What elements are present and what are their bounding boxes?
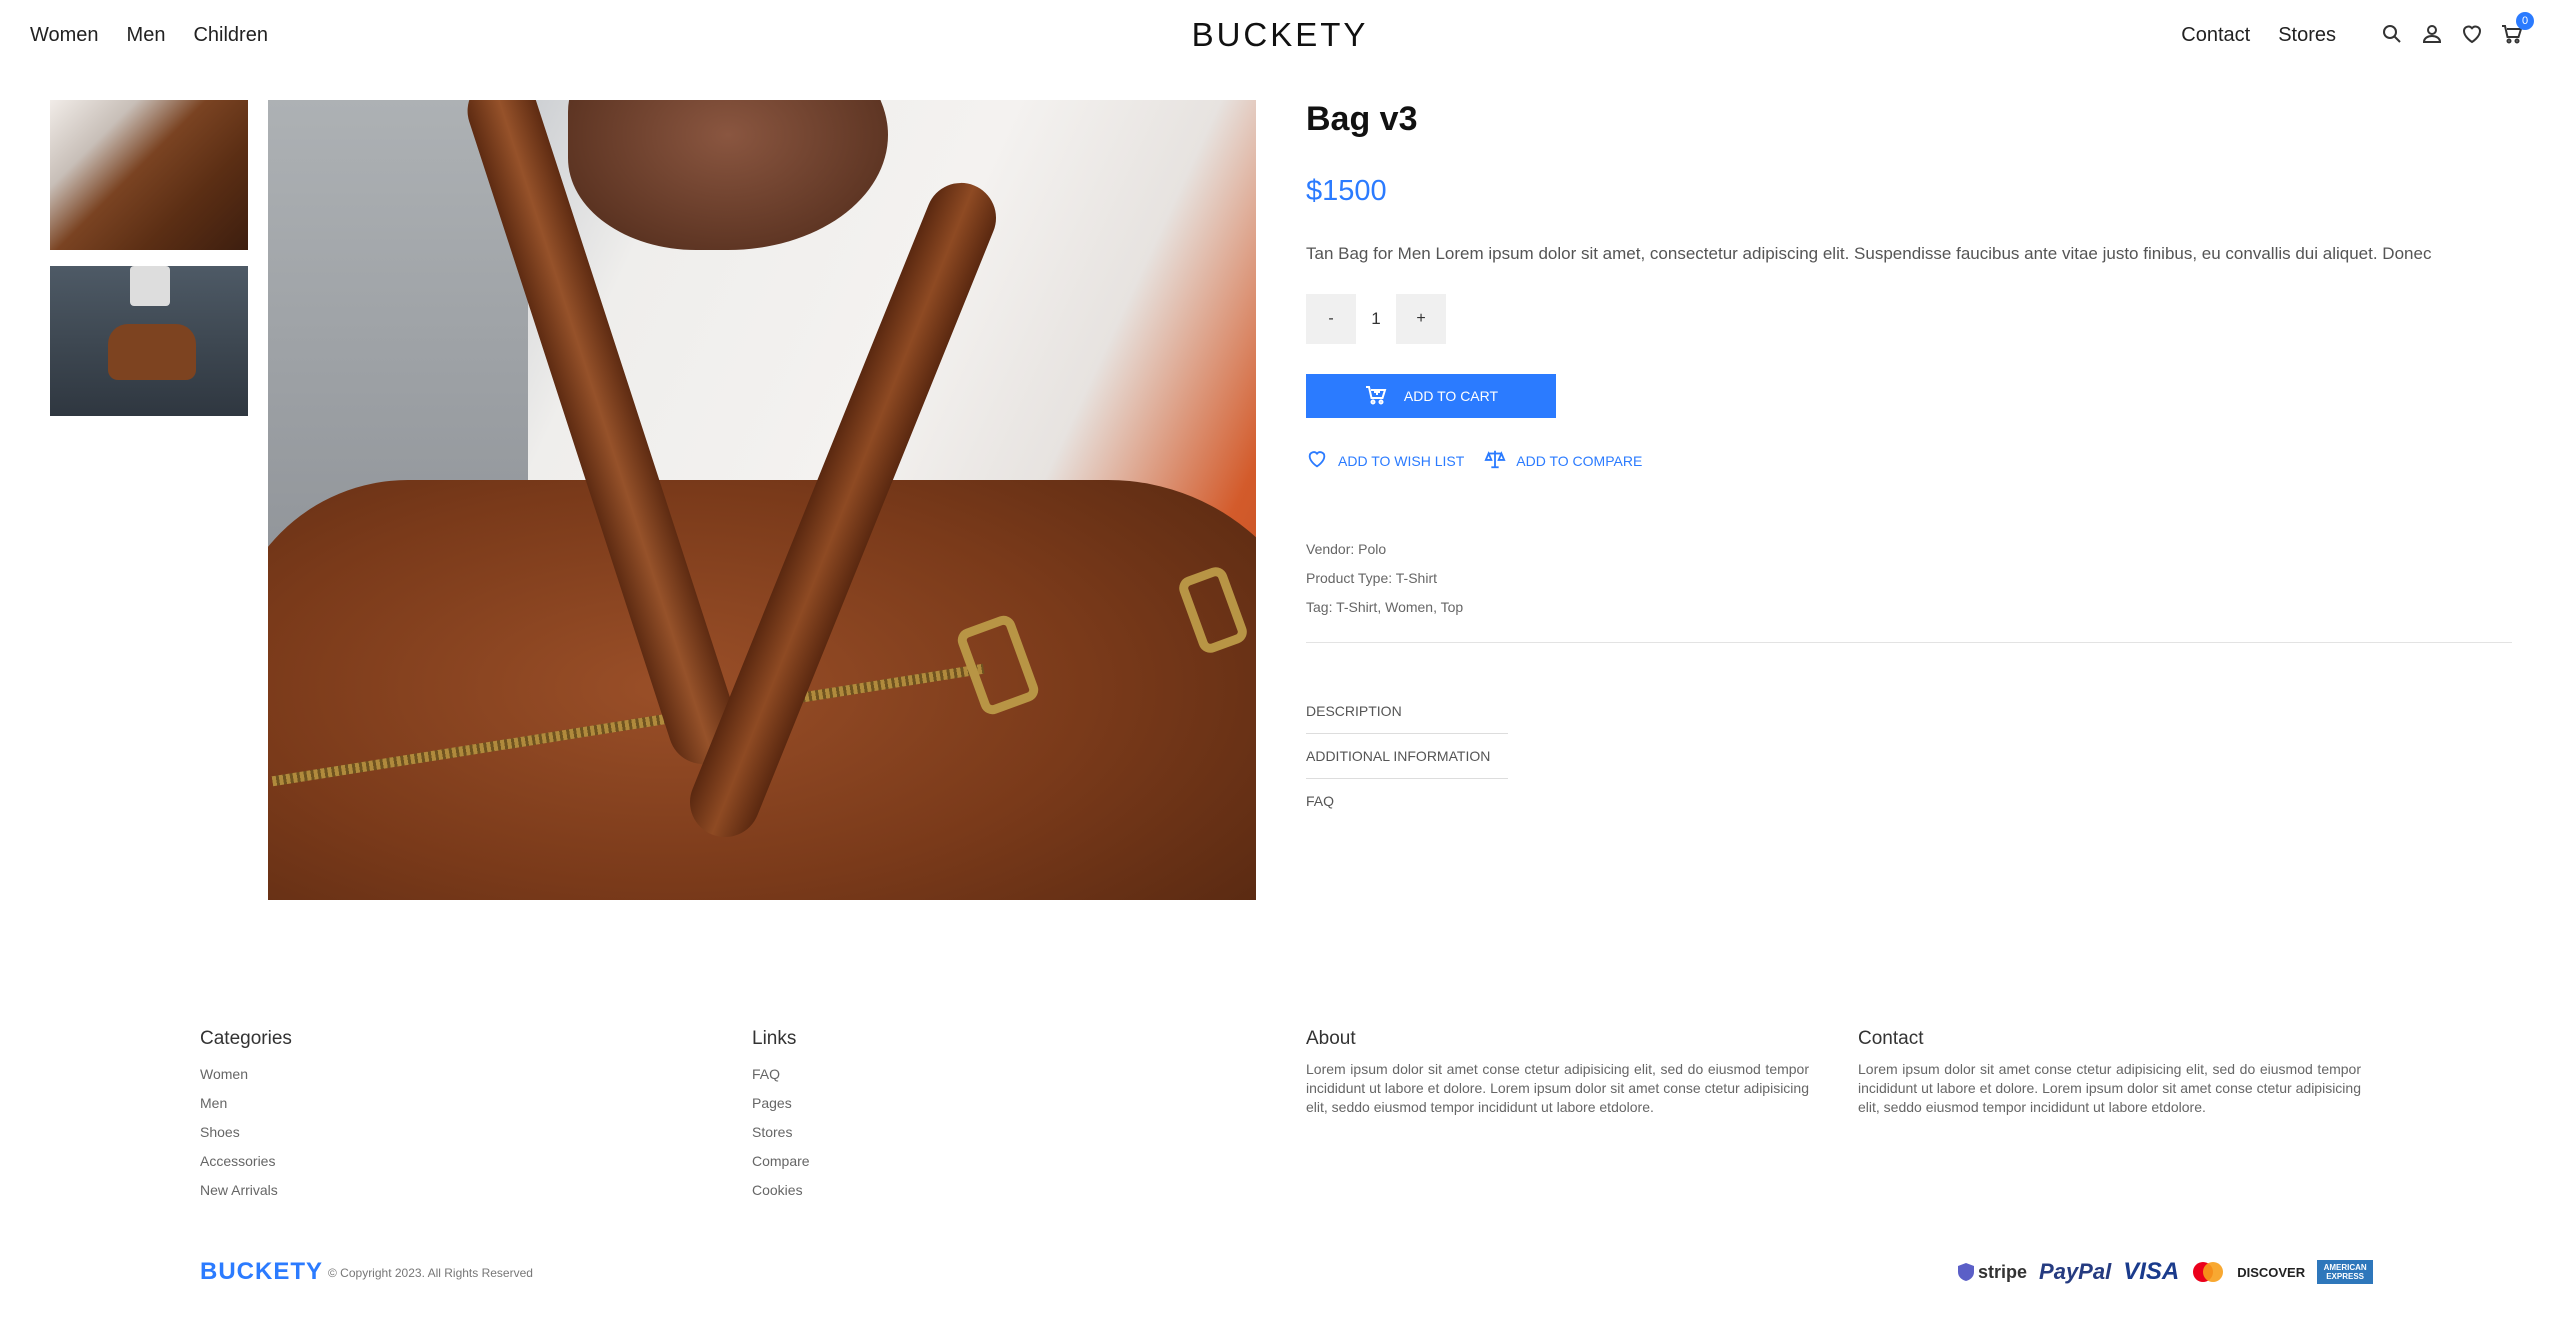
qty-value[interactable]: 1 [1356,309,1396,329]
product-type: Product Type: T-Shirt [1306,570,1437,586]
paypal-icon: PayPal [2039,1259,2112,1284]
heart-icon[interactable] [2460,22,2484,46]
tab-faq[interactable]: FAQ [1306,793,1508,823]
quantity-stepper: - 1 + [1306,294,2512,344]
wishlist-label: ADD TO WISH LIST [1338,452,1465,469]
heart-icon [1306,448,1328,473]
search-icon[interactable] [2380,22,2404,46]
scale-icon [1484,448,1506,473]
visa-icon: VISA [2123,1258,2180,1285]
thumbnail-2[interactable] [50,266,248,416]
cart-count-badge: 0 [2516,11,2534,30]
footer-about-title: About [1306,1028,1356,1049]
footer-contact-title: Contact [1858,1028,1924,1049]
product-vendor: Vendor: Polo [1306,541,1387,557]
nav-contact[interactable]: Contact [2181,24,2250,47]
site-header: Women Men Children BUCKETY Contact Store… [0,0,2560,72]
utility-nav: Contact Stores 0 [2181,11,2534,47]
footer-link-cookies[interactable]: Cookies [752,1176,810,1205]
footer-contact: Contact Lorem ipsum dolor sit amet conse… [1858,1028,2361,1117]
product-tags: Tag: T-Shirt, Women, Top [1306,599,1464,615]
qty-increase-button[interactable]: + [1396,294,1446,344]
footer-link-accessories[interactable]: Accessories [200,1147,292,1176]
compare-label: ADD TO COMPARE [1516,452,1643,469]
footer-links-title: Links [752,1028,797,1049]
qty-decrease-button[interactable]: - [1306,294,1356,344]
site-logo[interactable]: BUCKETY [0,16,2560,54]
add-to-wishlist-link[interactable]: ADD TO WISH LIST [1306,448,1464,473]
discover-icon: DISCOVER [2237,1264,2306,1280]
footer-about-text: Lorem ipsum dolor sit amet conse ctetur … [1306,1061,1809,1115]
footer-links: Links FAQ Pages Stores Compare Cookies [752,1028,810,1205]
footer-link-faq[interactable]: FAQ [752,1060,810,1089]
product-actions: ADD TO WISH LIST ADD TO COMPARE [1306,448,2512,473]
product-description: Tan Bag for Men Lorem ipsum dolor sit am… [1306,244,2432,263]
product-info: Bag v3 $1500 Tan Bag for Men Lorem ipsum… [1306,100,2512,837]
footer-link-stores[interactable]: Stores [752,1118,810,1147]
footer-categories: Categories Women Men Shoes Accessories N… [200,1028,292,1205]
footer-link-pages[interactable]: Pages [752,1089,810,1118]
footer-link-women[interactable]: Women [200,1060,292,1089]
product-tabs: DESCRIPTION ADDITIONAL INFORMATION FAQ [1306,703,1508,823]
add-to-cart-label: ADD TO CART [1403,388,1499,404]
footer-link-men[interactable]: Men [200,1089,292,1118]
footer-link-shoes[interactable]: Shoes [200,1118,292,1147]
product-price: $1500 [1306,175,1387,207]
footer-logo[interactable]: BUCKETY [200,1258,323,1286]
footer-link-compare[interactable]: Compare [752,1147,810,1176]
thumbnail-list [50,100,248,432]
amex-icon: AMERICAN EXPRESS [2317,1260,2374,1284]
payment-methods: stripe PayPal VISA DISCOVER AMERICAN EXP… [1958,1258,2374,1286]
thumbnail-1[interactable] [50,100,248,250]
product-main-image[interactable] [268,100,1256,900]
user-icon[interactable] [2420,22,2444,46]
product-meta: Vendor: Polo Product Type: T-Shirt Tag: … [1306,535,2512,622]
copyright-text: © Copyright 2023. All Rights Reserved [328,1266,533,1280]
add-to-compare-link[interactable]: ADD TO COMPARE [1484,448,1642,473]
tab-description[interactable]: DESCRIPTION [1306,703,1508,734]
stripe-icon: stripe [1958,1262,2027,1283]
add-to-cart-button[interactable]: ADD TO CART [1306,374,1556,418]
footer-contact-text: Lorem ipsum dolor sit amet conse ctetur … [1858,1061,2361,1115]
cart-add-icon [1364,383,1388,410]
footer-categories-title: Categories [200,1028,292,1049]
footer-link-new-arrivals[interactable]: New Arrivals [200,1176,292,1205]
tab-additional-information[interactable]: ADDITIONAL INFORMATION [1306,748,1508,779]
mastercard-icon [2191,1261,2225,1283]
divider [1306,642,2512,643]
nav-stores[interactable]: Stores [2278,24,2336,47]
footer-bottom-bar: BUCKETY © Copyright 2023. All Rights Res… [200,1254,2560,1290]
footer-about: About Lorem ipsum dolor sit amet conse c… [1306,1028,1809,1117]
cart-icon[interactable]: 0 [2500,11,2534,46]
product-title: Bag v3 [1306,100,1418,138]
